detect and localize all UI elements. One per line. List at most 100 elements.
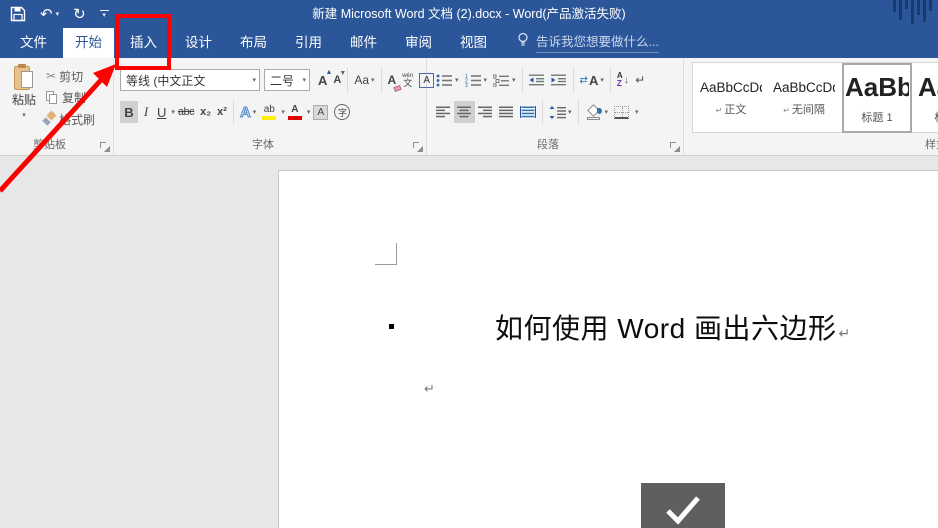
style-heading-1[interactable]: AaBbC 标题 1 bbox=[842, 63, 912, 133]
highlight-button[interactable]: ab bbox=[259, 101, 279, 123]
increase-indent-button[interactable] bbox=[548, 69, 570, 91]
align-right-button[interactable] bbox=[475, 101, 496, 123]
multilevel-list-button[interactable]: ▾ bbox=[490, 69, 519, 91]
style-normal[interactable]: AaBbCcDd ↵ 正文 bbox=[696, 66, 766, 130]
style-no-spacing[interactable]: AaBbCcDd ↵ 无间隔 bbox=[769, 66, 839, 130]
copy-button[interactable]: 复制 bbox=[46, 87, 86, 107]
undo-button[interactable]: ↶ ▾ bbox=[40, 7, 59, 22]
decrease-indent-icon bbox=[528, 74, 544, 86]
format-painter-icon bbox=[42, 110, 57, 126]
paste-button[interactable]: 粘贴 ▾ bbox=[6, 63, 42, 131]
save-icon[interactable] bbox=[10, 6, 26, 22]
svg-text:3: 3 bbox=[465, 83, 468, 87]
tab-insert[interactable]: 插入 bbox=[118, 28, 169, 58]
styles-group: AaBbCcDd ↵正文 AaBbCcDd ↵无间隔 AaBbC 标题 1 Aa… bbox=[684, 58, 938, 155]
document-area: 如何使用 Word 画出六边形↵ ↵ 已保存 bbox=[0, 156, 938, 528]
bullets-button[interactable]: ▾ bbox=[433, 69, 462, 91]
shrink-font-button[interactable]: A ▼ bbox=[330, 69, 346, 91]
chevron-down-icon: ▾ bbox=[102, 11, 106, 19]
undo-icon: ↶ bbox=[40, 5, 53, 23]
numbering-button[interactable]: 1 2 3 ▾ bbox=[462, 69, 491, 91]
format-painter-button[interactable]: 格式刷 bbox=[42, 109, 95, 129]
font-size-value: 二号 bbox=[270, 73, 295, 88]
document-page[interactable]: 如何使用 Word 画出六边形 ↵ ↵ bbox=[278, 170, 938, 528]
style-heading-2[interactable]: AaBbC 标题 2 bbox=[915, 66, 938, 130]
scissors-icon: ✂ bbox=[46, 69, 57, 83]
line-spacing-icon bbox=[549, 105, 566, 119]
distribute-icon bbox=[520, 106, 536, 118]
font-color-button[interactable]: A bbox=[285, 101, 305, 123]
strikethrough-button[interactable]: abc bbox=[175, 101, 197, 123]
undo-dropdown-icon[interactable]: ▾ bbox=[56, 11, 60, 18]
bullets-icon bbox=[436, 74, 452, 86]
justify-button[interactable] bbox=[496, 101, 517, 123]
distribute-button[interactable] bbox=[517, 101, 539, 123]
paste-dropdown-icon[interactable]: ▾ bbox=[22, 111, 26, 119]
align-center-button[interactable] bbox=[454, 101, 475, 123]
tab-design[interactable]: 设计 bbox=[173, 28, 224, 58]
customize-qat-bar bbox=[99, 9, 109, 11]
tab-review[interactable]: 审阅 bbox=[393, 28, 444, 58]
cut-label: 剪切 bbox=[59, 69, 84, 84]
ribbon: 粘贴 ▾ ✂ 剪切 复制 格式刷 剪贴板 ◢ 等线 (中文正文 ▾ 二号 ▾ A… bbox=[0, 58, 938, 156]
clipboard-dialog-launcher[interactable]: ◢ bbox=[100, 142, 110, 153]
sort-button[interactable]: AZ ↓ bbox=[614, 69, 632, 91]
font-dialog-launcher[interactable]: ◢ bbox=[413, 142, 423, 153]
copy-icon bbox=[46, 90, 58, 104]
tab-file[interactable]: 文件 bbox=[8, 28, 59, 58]
enclose-characters-button[interactable]: 字 bbox=[331, 101, 353, 123]
clear-formatting-button[interactable]: A bbox=[385, 69, 402, 93]
ribbon-tab-bar: 文件 开始 插入 设计 布局 引用 邮件 审阅 视图 告诉我您想要做什么... bbox=[0, 28, 938, 58]
grow-font-button[interactable]: A ▲ bbox=[315, 69, 332, 91]
paragraph-mark: ↵ bbox=[838, 325, 851, 341]
chevron-down-icon[interactable]: ▾ bbox=[252, 76, 256, 84]
chevron-down-icon[interactable]: ▾ bbox=[302, 76, 306, 84]
underline-button[interactable]: U bbox=[154, 101, 169, 123]
superscript-button[interactable]: x² bbox=[214, 101, 230, 123]
decrease-indent-button[interactable] bbox=[526, 69, 548, 91]
saved-toast: 已保存 bbox=[641, 483, 725, 528]
tell-me-box[interactable]: 告诉我您想要做什么... bbox=[517, 28, 659, 58]
window-title: 新建 Microsoft Word 文档 (2).docx - Word(产品激… bbox=[312, 7, 626, 21]
format-painter-label: 格式刷 bbox=[59, 112, 96, 127]
text-effects-button[interactable]: A ▾ bbox=[237, 101, 259, 123]
character-shading-button[interactable]: A bbox=[310, 101, 331, 123]
tab-mailings[interactable]: 邮件 bbox=[338, 28, 389, 58]
heading-outline-marker bbox=[389, 324, 394, 329]
highlight-color-bar bbox=[262, 115, 277, 120]
show-hide-marks-button[interactable]: ↵ bbox=[632, 69, 648, 91]
window-titlebar: 新建 Microsoft Word 文档 (2).docx - Word(产品激… bbox=[0, 0, 938, 28]
bold-button[interactable]: B bbox=[120, 101, 138, 123]
asian-layout-button[interactable]: ⇄ A ▾ bbox=[577, 69, 607, 91]
redo-button[interactable]: ↻ bbox=[73, 7, 86, 22]
cut-button[interactable]: ✂ 剪切 bbox=[46, 66, 83, 86]
tab-layout[interactable]: 布局 bbox=[228, 28, 279, 58]
font-size-combo[interactable]: 二号 ▾ bbox=[264, 69, 310, 91]
clipboard-group: 粘贴 ▾ ✂ 剪切 复制 格式刷 剪贴板 ◢ bbox=[0, 58, 114, 155]
borders-button[interactable]: ▾ bbox=[611, 101, 642, 123]
borders-icon bbox=[614, 105, 630, 119]
paragraph-group: ▾ 1 2 3 ▾ ▾ ⇄ A ▾ A Z ↓ ↵ ▾ ▾ ▾ 段落 ◢ bbox=[427, 58, 684, 155]
align-left-icon bbox=[436, 106, 450, 118]
increase-indent-icon bbox=[550, 74, 566, 86]
heading-text[interactable]: 如何使用 Word 画出六边形 bbox=[495, 313, 836, 344]
italic-button[interactable]: I bbox=[138, 101, 154, 123]
font-family-combo[interactable]: 等线 (中文正文 ▾ bbox=[120, 69, 260, 91]
check-icon bbox=[666, 496, 700, 525]
customize-qat-button[interactable]: ▾ bbox=[99, 9, 109, 19]
tab-references[interactable]: 引用 bbox=[283, 28, 334, 58]
tab-home[interactable]: 开始 bbox=[63, 28, 114, 58]
phonetic-guide-button[interactable]: wén 文 bbox=[399, 69, 416, 91]
document-heading[interactable]: 如何使用 Word 画出六边形 ↵ bbox=[495, 307, 850, 347]
shading-button[interactable]: ▾ bbox=[582, 101, 612, 123]
line-spacing-button[interactable]: ▾ bbox=[546, 101, 575, 123]
align-left-button[interactable] bbox=[433, 101, 454, 123]
titlebar-decoration bbox=[893, 0, 932, 24]
paragraph-group-label: 段落 bbox=[537, 139, 559, 151]
tell-me-text[interactable]: 告诉我您想要做什么... bbox=[536, 31, 659, 53]
copy-label: 复制 bbox=[62, 90, 87, 105]
subscript-button[interactable]: x₂ bbox=[197, 101, 214, 123]
tab-view[interactable]: 视图 bbox=[448, 28, 499, 58]
change-case-button[interactable]: Aa ▾ bbox=[351, 69, 377, 91]
paragraph-dialog-launcher[interactable]: ◢ bbox=[670, 142, 680, 153]
